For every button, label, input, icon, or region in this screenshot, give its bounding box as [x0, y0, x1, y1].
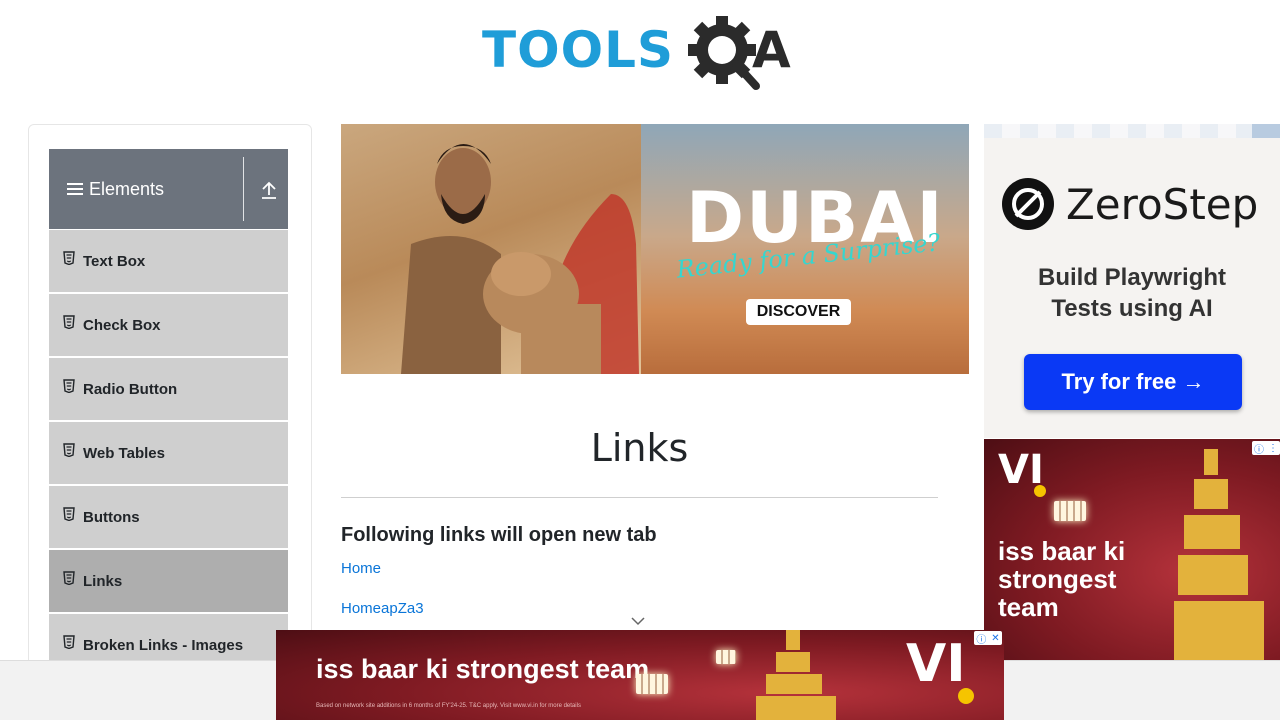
menu-item-label: Links — [83, 572, 123, 590]
dubai-ad-banner[interactable]: DUBAI Ready for a Surprise? DISCOVER — [341, 124, 969, 374]
ad-menu-icon[interactable]: ⋮ — [1268, 443, 1278, 454]
html5-icon — [63, 571, 75, 585]
vi-tagline: iss baar ki strongest team — [998, 537, 1125, 621]
adchoices-badge[interactable]: ⓘ ✕ — [974, 631, 1002, 646]
vi-tagline-line-2: strongest — [998, 564, 1117, 594]
zerostep-ad[interactable]: ZeroStep Build Playwright Tests using AI… — [984, 124, 1280, 438]
zerostep-brand: ZeroStep — [1066, 180, 1259, 229]
html5-icon — [63, 507, 75, 521]
vi-logo: VI — [906, 634, 966, 694]
ad-photo-panel — [341, 124, 641, 374]
chevron-down-icon[interactable] — [631, 616, 645, 626]
stadium-light — [716, 650, 736, 664]
menu-item-label: Text Box — [83, 252, 146, 270]
vi-logo-dot — [958, 688, 974, 704]
menu-item-links[interactable]: Links — [49, 550, 288, 612]
ad-top-strip-accent — [1252, 124, 1280, 138]
section-heading: Following links will open new tab — [341, 524, 657, 546]
menu-item-radio-button[interactable]: Radio Button — [49, 358, 288, 420]
menu-item-label: Buttons — [83, 508, 140, 526]
left-panel: Elements Text Box Check Box Radio Button… — [28, 124, 312, 684]
menu-item-buttons[interactable]: Buttons — [49, 486, 288, 548]
html5-icon — [63, 443, 75, 457]
menu-item-label: Check Box — [83, 316, 161, 334]
subtitle-line-1: Build Playwright — [1037, 264, 1226, 291]
logo-text-a: A — [752, 21, 791, 79]
group-title: Elements — [89, 178, 165, 199]
subtitle-line-2: Tests using AI — [1051, 295, 1213, 322]
try-for-free-button[interactable]: Try for free → — [1024, 354, 1242, 410]
menu-item-label: Radio Button — [83, 380, 178, 398]
home-link[interactable]: Home — [341, 560, 381, 577]
ad-top-strip — [984, 124, 1280, 138]
html5-icon — [63, 251, 75, 265]
logo-text-tools: TOOLS — [482, 21, 674, 79]
html5-icon — [63, 379, 75, 393]
html5-icon — [63, 315, 75, 329]
camel-illustration — [483, 194, 639, 374]
menu-item-label: Broken Links - Images — [83, 636, 244, 654]
adchoices-badge[interactable]: ⓘ ⋮ — [1252, 441, 1280, 456]
stadium-light — [1054, 501, 1086, 521]
vi-ad-right[interactable]: VI iss baar ki strongest team ⓘ ⋮ — [984, 439, 1280, 660]
vi-ad-bottom[interactable]: iss baar ki strongest team Based on netw… — [276, 630, 1004, 720]
page-title: Links — [590, 426, 689, 470]
group-header-elements[interactable]: Elements — [49, 149, 288, 229]
mascot-tower-illustration — [1174, 449, 1264, 660]
element-menu: Text Box Check Box Radio Button Web Tabl… — [49, 230, 288, 678]
toolsqa-logo[interactable]: TOOLS A — [480, 14, 810, 94]
zerostep-logo-icon — [1002, 178, 1054, 230]
menu-item-text-box[interactable]: Text Box — [49, 230, 288, 292]
vi-tagline-line-1: iss baar ki — [998, 536, 1126, 566]
stadium-light — [636, 674, 668, 694]
menu-icon — [67, 183, 83, 195]
title-divider — [341, 497, 938, 498]
zerostep-subtitle: Build Playwright Tests using AI — [984, 262, 1280, 324]
menu-item-check-box[interactable]: Check Box — [49, 294, 288, 356]
menu-item-web-tables[interactable]: Web Tables — [49, 422, 288, 484]
ad-info-icon[interactable]: ⓘ — [1254, 441, 1264, 456]
discover-button[interactable]: DISCOVER — [746, 299, 851, 325]
ad-info-icon[interactable]: ⓘ — [976, 631, 986, 646]
vi-tagline-line-3: team — [998, 592, 1059, 622]
menu-item-label: Web Tables — [83, 444, 165, 462]
ad-close-icon[interactable]: ✕ — [991, 633, 999, 644]
dynamic-home-link[interactable]: HomeapZa3 — [341, 600, 424, 617]
html5-icon — [63, 635, 75, 649]
collapse-arrow-icon[interactable] — [259, 179, 279, 201]
vi-bottom-tagline: iss baar ki strongest team — [316, 654, 650, 684]
vi-fine-print: Based on network site additions in 6 mon… — [316, 703, 581, 709]
header-divider — [243, 157, 244, 221]
vi-logo-dot — [1034, 485, 1046, 497]
mascot-tower-illustration — [756, 630, 836, 720]
